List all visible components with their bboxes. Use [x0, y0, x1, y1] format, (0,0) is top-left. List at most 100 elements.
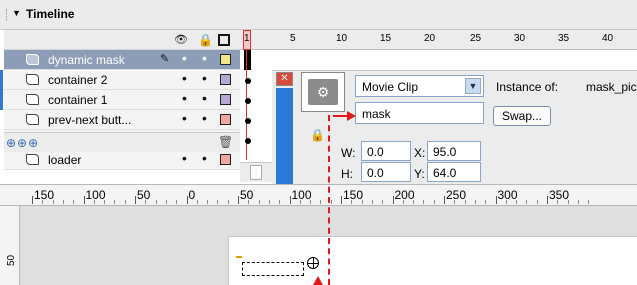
ruler-minor-tick — [485, 200, 487, 204]
layer-name[interactable]: dynamic mask — [48, 53, 125, 67]
registration-point-crosshair-icon[interactable] — [307, 257, 319, 269]
lock-dot-icon[interactable]: • — [202, 51, 207, 65]
width-label: W: — [341, 146, 356, 160]
visibility-dot-icon[interactable]: • — [182, 151, 187, 165]
visibility-dot-icon[interactable]: • — [182, 51, 187, 65]
ruler-minor-tick — [413, 200, 415, 204]
ruler-major-tick — [341, 196, 342, 204]
collapse-triangle-icon[interactable]: ▼ — [12, 8, 21, 18]
outline-color-swatch[interactable] — [220, 94, 231, 105]
lock-dot-icon[interactable]: • — [202, 71, 207, 85]
symbol-type-select[interactable]: Movie Clip ▼ — [355, 75, 484, 97]
show-hide-all-eye-icon[interactable]: 👁 — [174, 33, 188, 47]
outline-color-swatch[interactable] — [220, 114, 231, 125]
constrain-lock-icon[interactable]: 🔒 — [310, 128, 325, 142]
ruler-minor-tick — [320, 200, 322, 204]
keyframe-dot[interactable] — [245, 138, 251, 144]
width-field[interactable]: 0.0 — [361, 141, 411, 161]
height-field[interactable]: 0.0 — [361, 162, 411, 182]
ruler-minor-tick — [279, 200, 281, 204]
ruler-minor-tick — [351, 200, 353, 204]
layer-row[interactable]: prev-next butt... • • — [4, 110, 240, 130]
horizontal-ruler: 150 100 50 0 50 100 150 200 250 300 350 — [0, 184, 637, 206]
ruler-minor-tick — [361, 200, 363, 204]
layer-name[interactable]: container 1 — [48, 93, 107, 107]
ruler-minor-tick — [165, 200, 167, 204]
layer-icon — [26, 54, 39, 65]
keyframe-dot[interactable] — [245, 78, 251, 84]
outline-color-swatch[interactable] — [220, 154, 231, 165]
swap-button[interactable]: Swap... — [493, 106, 551, 126]
mask-instance-outline[interactable] — [242, 262, 304, 276]
panel-grip-handle[interactable] — [6, 9, 8, 21]
delete-layer-trash-icon[interactable]: 🗑 — [218, 135, 233, 149]
ruler-minor-tick — [73, 200, 75, 204]
lock-all-icon[interactable]: 🔒 — [198, 33, 213, 47]
lock-dot-icon[interactable]: • — [202, 111, 207, 125]
ruler-major-tick — [289, 196, 291, 204]
frame-number: 5 — [290, 33, 296, 44]
lock-dot-icon[interactable]: • — [202, 91, 207, 105]
layer-name[interactable]: container 2 — [48, 73, 107, 87]
pencil-icon: ✎ — [160, 53, 170, 65]
y-field[interactable]: 64.0 — [427, 162, 481, 182]
height-label: H: — [341, 167, 353, 181]
frame-number: 15 — [380, 33, 392, 44]
ruler-minor-tick — [207, 200, 209, 204]
visibility-dot-icon[interactable]: • — [182, 91, 187, 105]
timeline-title-bar[interactable]: ▼ Timeline — [0, 0, 637, 30]
ruler-major-tick — [547, 196, 548, 204]
ruler-minor-tick — [526, 200, 528, 204]
layer-row[interactable]: loader • • — [4, 150, 240, 170]
layer-name[interactable]: prev-next butt... — [48, 113, 131, 127]
lock-dot-icon[interactable]: • — [202, 151, 207, 165]
outline-color-swatch[interactable] — [220, 74, 231, 85]
ruler-minor-tick — [227, 200, 229, 204]
layer-icon — [26, 154, 39, 165]
center-frame-icon[interactable]: ⫶ — [250, 165, 262, 180]
outline-all-icon[interactable] — [218, 34, 230, 46]
ruler-minor-tick — [423, 200, 425, 204]
symbol-type-value: Movie Clip — [362, 80, 419, 94]
visibility-dot-icon[interactable]: • — [182, 71, 187, 85]
layer-row[interactable]: dynamic mask ✎ • • — [4, 50, 240, 70]
visibility-dot-icon[interactable]: • — [182, 111, 187, 125]
ruler-minor-tick — [382, 200, 384, 204]
keyframe-dot[interactable] — [245, 98, 251, 104]
ruler-label: 250 — [446, 188, 467, 202]
vertical-ruler: 50 — [0, 206, 20, 285]
ruler-minor-tick — [268, 200, 270, 204]
ruler-minor-tick — [454, 200, 456, 204]
ruler-label: 300 — [497, 188, 518, 202]
ruler-major-tick — [392, 196, 394, 204]
ruler-label: 350 — [549, 188, 570, 202]
layer-icon — [26, 74, 39, 85]
frame-number: 25 — [470, 33, 482, 44]
layer-name[interactable]: loader — [48, 153, 81, 167]
ruler-minor-tick — [52, 200, 54, 204]
vertical-ruler-label: 50 — [6, 254, 17, 266]
frame-ruler[interactable]: 1 5 10 15 20 25 30 35 40 — [240, 30, 637, 50]
x-field[interactable]: 95.0 — [427, 141, 481, 161]
instance-name-input[interactable]: mask — [355, 102, 484, 124]
outline-color-swatch[interactable] — [220, 54, 231, 65]
keyframe-dot[interactable] — [245, 118, 251, 124]
ruler-minor-tick — [196, 200, 198, 204]
x-label: X: — [414, 146, 426, 160]
layer-row[interactable]: container 2 • • — [4, 70, 240, 90]
layer-list-header: 👁 🔒 — [4, 30, 240, 50]
add-layer-buttons-icon[interactable]: ⊕⊕⊕ — [6, 136, 39, 150]
ruler-minor-tick — [402, 200, 404, 204]
instance-of-value: mask_pic — [586, 80, 637, 94]
chevron-down-icon[interactable]: ▼ — [465, 78, 481, 94]
close-panel-icon[interactable]: ✕ — [276, 72, 293, 86]
ruler-label: 200 — [394, 188, 415, 202]
ruler-label: 100 — [291, 188, 312, 202]
ruler-minor-tick — [155, 200, 157, 204]
ruler-minor-tick — [62, 200, 64, 204]
stage[interactable] — [228, 236, 637, 285]
ruler-minor-tick — [567, 200, 569, 204]
ruler-label: 150 — [34, 188, 55, 202]
layer-row[interactable]: container 1 • • — [4, 90, 240, 110]
ruler-label: 50 — [240, 188, 254, 202]
